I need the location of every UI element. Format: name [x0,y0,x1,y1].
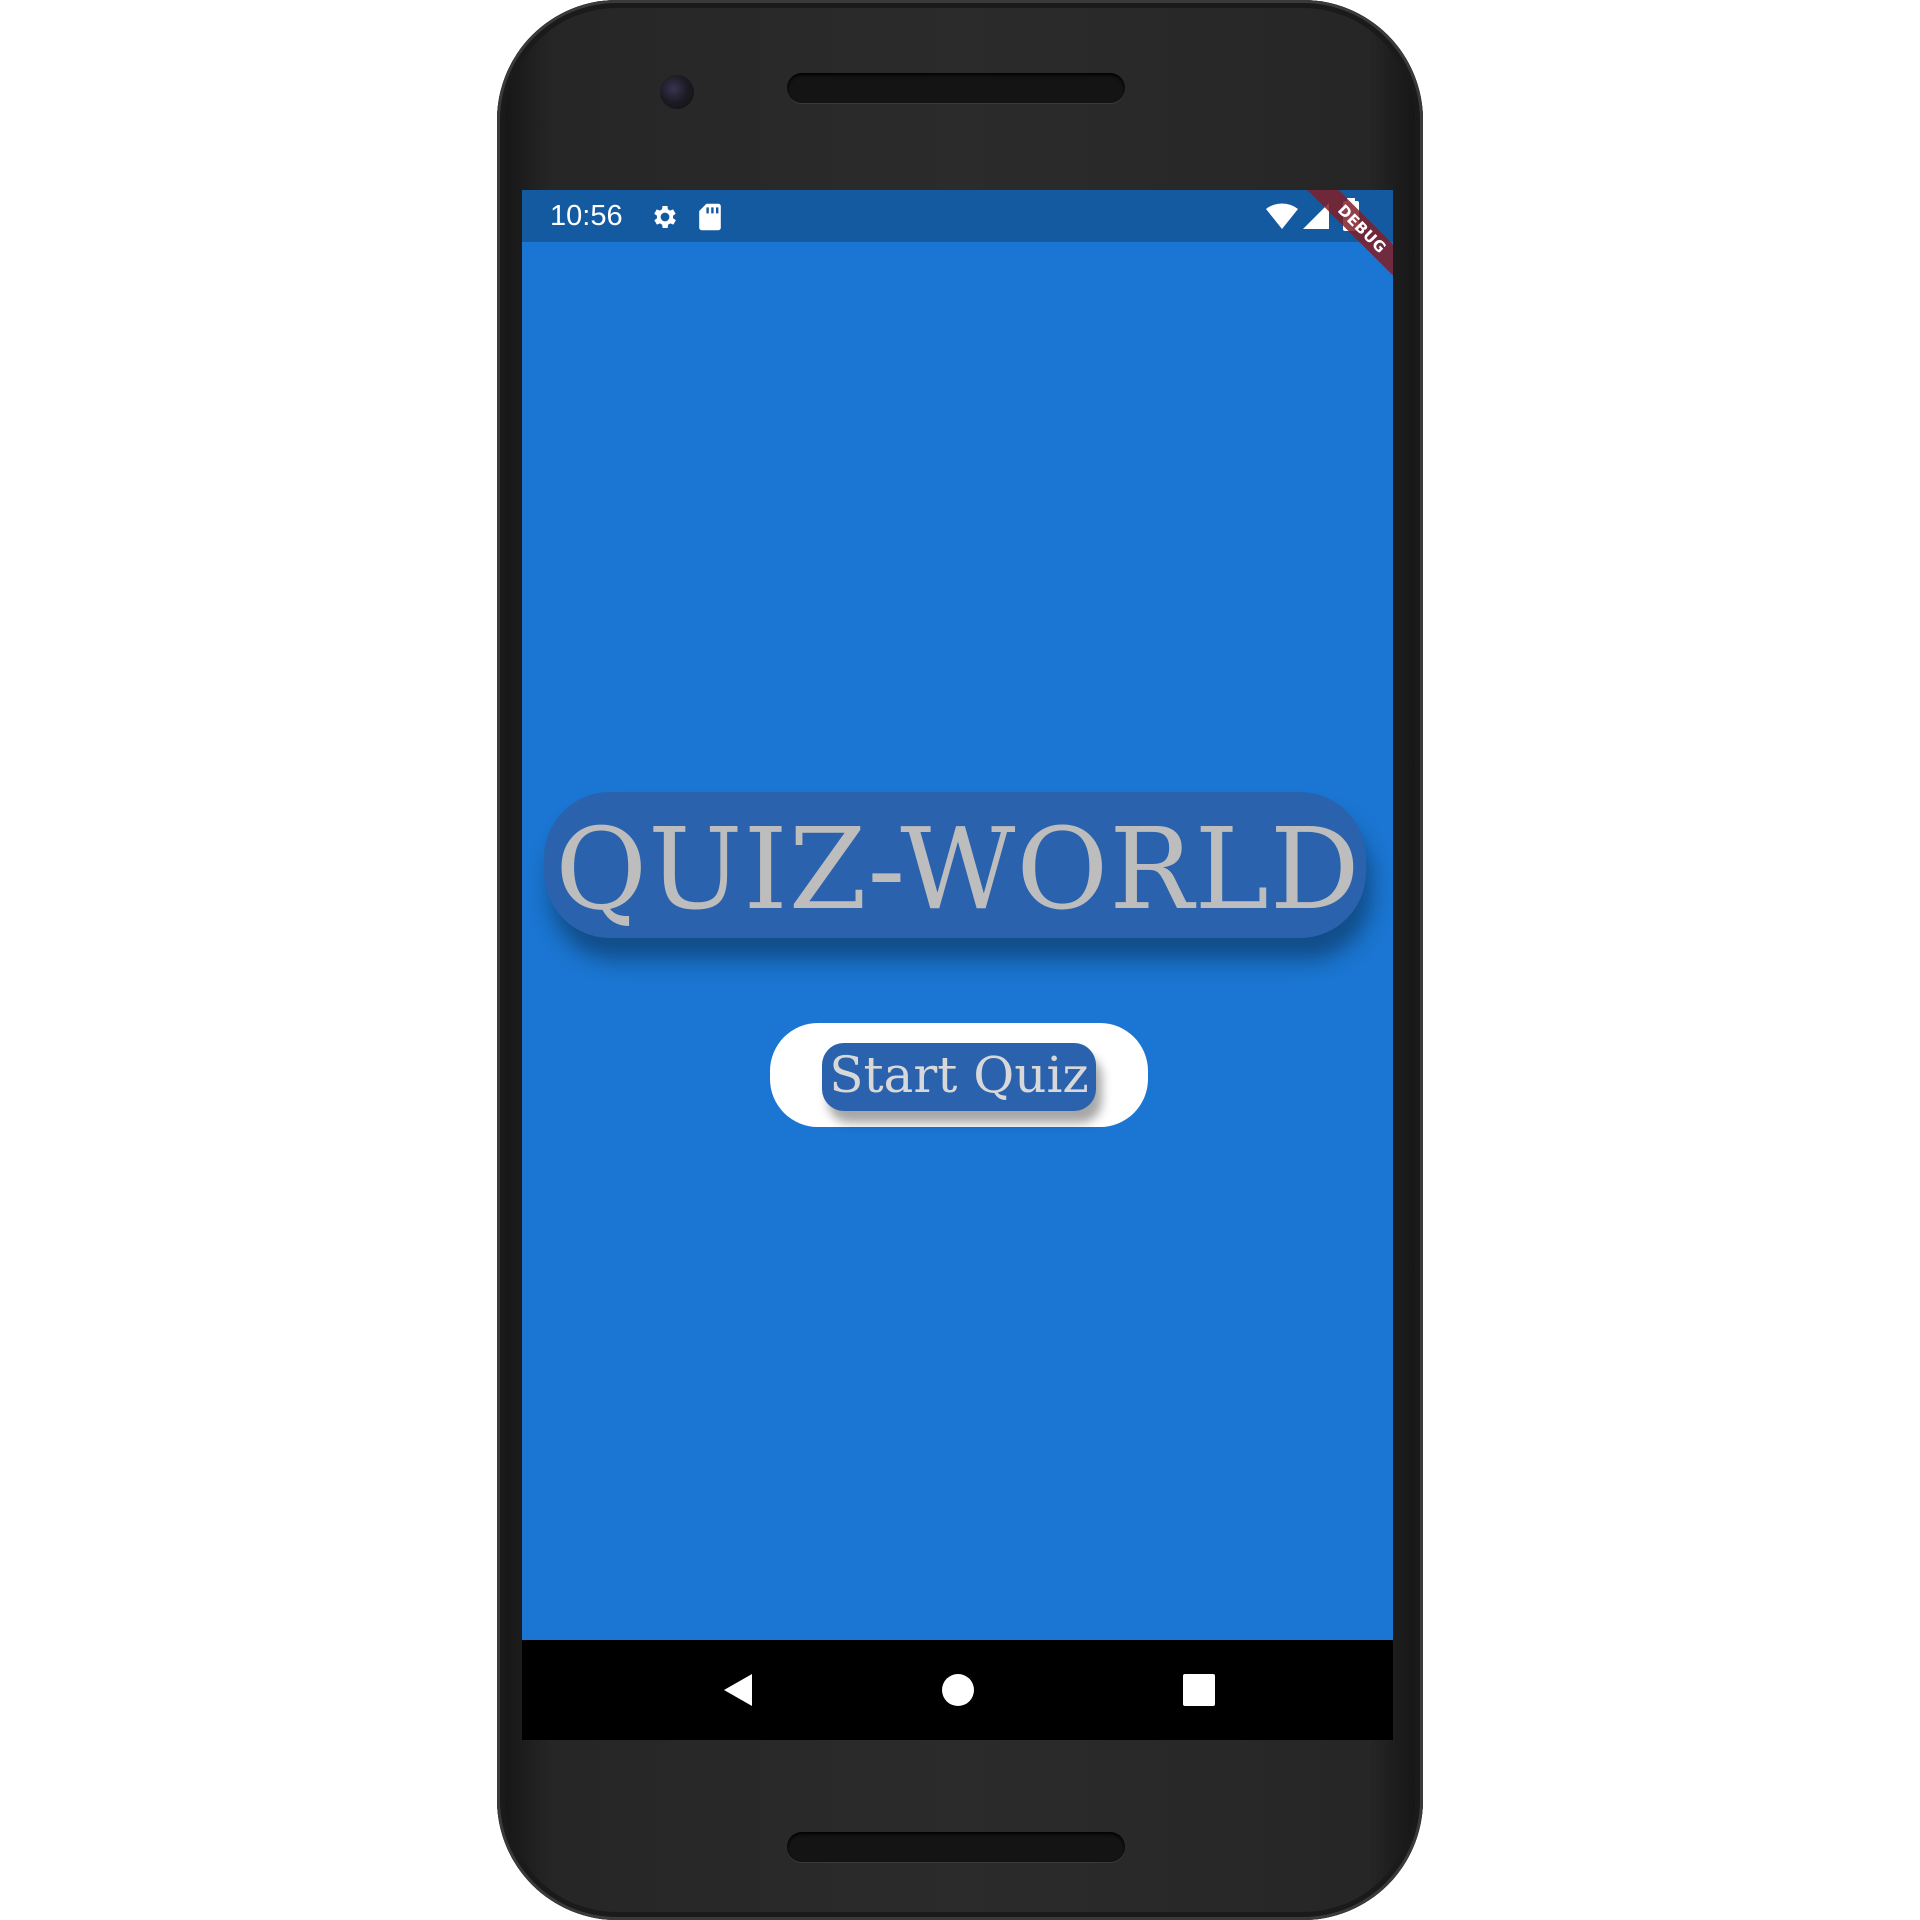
title-container: QUIZ-WORLD [538,800,1378,940]
recents-button[interactable] [1154,1640,1244,1740]
app-screen: 10:56 DEBUG QUIZ-WORLD Start Quiz [522,190,1393,1740]
top-speaker [787,73,1125,103]
home-button[interactable] [913,1640,1003,1740]
status-time: 10:56 [550,200,623,232]
front-camera [660,75,694,109]
wifi-icon [1265,202,1299,234]
status-bar: 10:56 [522,190,1393,242]
start-quiz-button[interactable]: Start Quiz [770,1023,1148,1127]
navigation-bar [522,1640,1393,1740]
sd-card-icon [698,202,722,236]
back-icon [724,1674,752,1706]
back-button[interactable] [692,1640,782,1740]
bottom-speaker [787,1832,1125,1862]
start-quiz-label: Start Quiz [829,1046,1089,1104]
app-title: QUIZ-WORLD [555,805,1361,935]
home-icon [942,1674,974,1706]
recents-icon [1183,1674,1215,1706]
gear-icon [650,202,680,236]
